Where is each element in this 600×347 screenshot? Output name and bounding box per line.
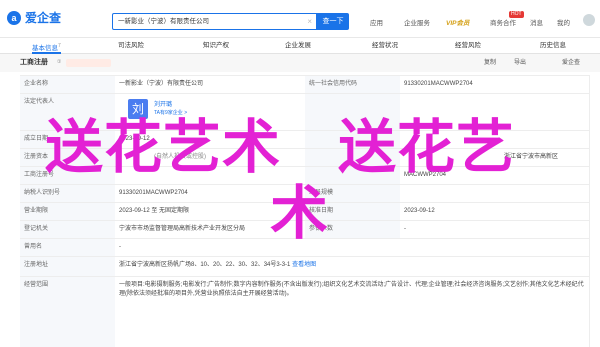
tab-ip[interactable]: 知识产权 (203, 38, 229, 54)
search-button[interactable]: 查一下 (317, 13, 349, 30)
tab-development[interactable]: 企业发展 (285, 38, 311, 54)
nav-messages[interactable]: 消息 (530, 17, 543, 27)
section-title: 工商注册 (20, 59, 48, 66)
tab-history[interactable]: 历史信息 (540, 38, 566, 54)
search-value: 一新影业（宁波）有限责任公司 (118, 18, 209, 25)
value-business-scope: 一般项目:电影摄制服务;电影发行;广告制作;数字内容制作服务(不含出版发行);组… (119, 282, 584, 297)
logo[interactable]: a 爱企查 (7, 9, 61, 26)
nav-vip[interactable]: VIP会员 (446, 17, 469, 27)
value-former-name: - (119, 244, 121, 250)
value-credit-code: 91330201MACWWP2704 (404, 81, 473, 87)
label-term: 营业期限 (20, 203, 115, 220)
watermark-line-2: 送花艺 (338, 113, 516, 181)
export-button[interactable]: 导出 (514, 54, 526, 72)
section-header: 工商注册 ① 复制 导出 爱企查 (0, 54, 600, 72)
logo-text: 爱企查 (25, 11, 62, 25)
table-row: 注册地址 浙江省宁波高新区扬帆广场8、10、20、22、30、32、34号3-3… (20, 256, 590, 276)
value-approval-date: 2023-09-12 (404, 208, 435, 214)
label-business-scope: 经营范围 (20, 277, 115, 347)
promo-badge[interactable] (66, 59, 111, 67)
nav-business[interactable]: 商务合作 (490, 17, 516, 27)
legal-rep-name[interactable]: 刘开璐 (154, 101, 266, 109)
value-company-name: 一新影业（宁波）有限责任公司 (119, 81, 204, 87)
tab-bar: 基本信息7 司法风险 知识产权 企业发展 经营状况 经营风险 历史信息 (0, 38, 600, 54)
avatar[interactable] (583, 14, 595, 26)
value-insured: - (404, 226, 406, 232)
watermark-line-3: 术 (270, 179, 330, 247)
hot-badge: HOT (509, 11, 524, 18)
label-taxpayer-id: 纳税人识别号 (20, 185, 115, 202)
tab-judicial-risk[interactable]: 司法风险 (118, 38, 144, 54)
value-staff-size (400, 185, 590, 202)
label-former-name: 曾用名 (20, 239, 115, 256)
label-reg-authority: 登记机关 (20, 221, 115, 238)
copy-button[interactable]: 复制 (484, 54, 496, 72)
info-icon[interactable]: ① (57, 59, 61, 65)
table-row: 企业名称 一新影业（宁波）有限责任公司 统一社会信用代码 91330201MAC… (20, 75, 590, 93)
label-address: 注册地址 (20, 257, 115, 276)
tab-operation-risk[interactable]: 经营风险 (455, 38, 481, 54)
view-map-link[interactable]: 查看地图 (292, 262, 316, 268)
logo-icon: a (7, 10, 21, 25)
label-credit-code: 统一社会信用代码 (305, 76, 400, 93)
clear-icon[interactable]: × (307, 14, 312, 29)
top-header: a 爱企查 一新影业（宁波）有限责任公司 × 查一下 应用 企业服务 VIP会员… (0, 0, 600, 38)
brand-link[interactable]: 爱企查 (562, 54, 580, 72)
tab-operation-status[interactable]: 经营状况 (372, 38, 398, 54)
value-address: 浙江省宁波高新区扬帆广场8、10、20、22、30、32、34号3-3-1 查看… (119, 262, 317, 268)
search-input[interactable]: 一新影业（宁波）有限责任公司 × (112, 13, 317, 30)
nav-apps[interactable]: 应用 (370, 17, 383, 27)
table-row: 经营范围 一般项目:电影摄制服务;电影发行;广告制作;数字内容制作服务(不含出版… (20, 276, 590, 347)
tab-basic-info[interactable]: 基本信息7 (32, 38, 61, 54)
nav-mine[interactable]: 我的 (557, 17, 570, 27)
nav-enterprise-service[interactable]: 企业服务 (404, 17, 430, 27)
label-company-name: 企业名称 (20, 76, 115, 93)
watermark-line-1: 送花艺术 (45, 113, 282, 181)
